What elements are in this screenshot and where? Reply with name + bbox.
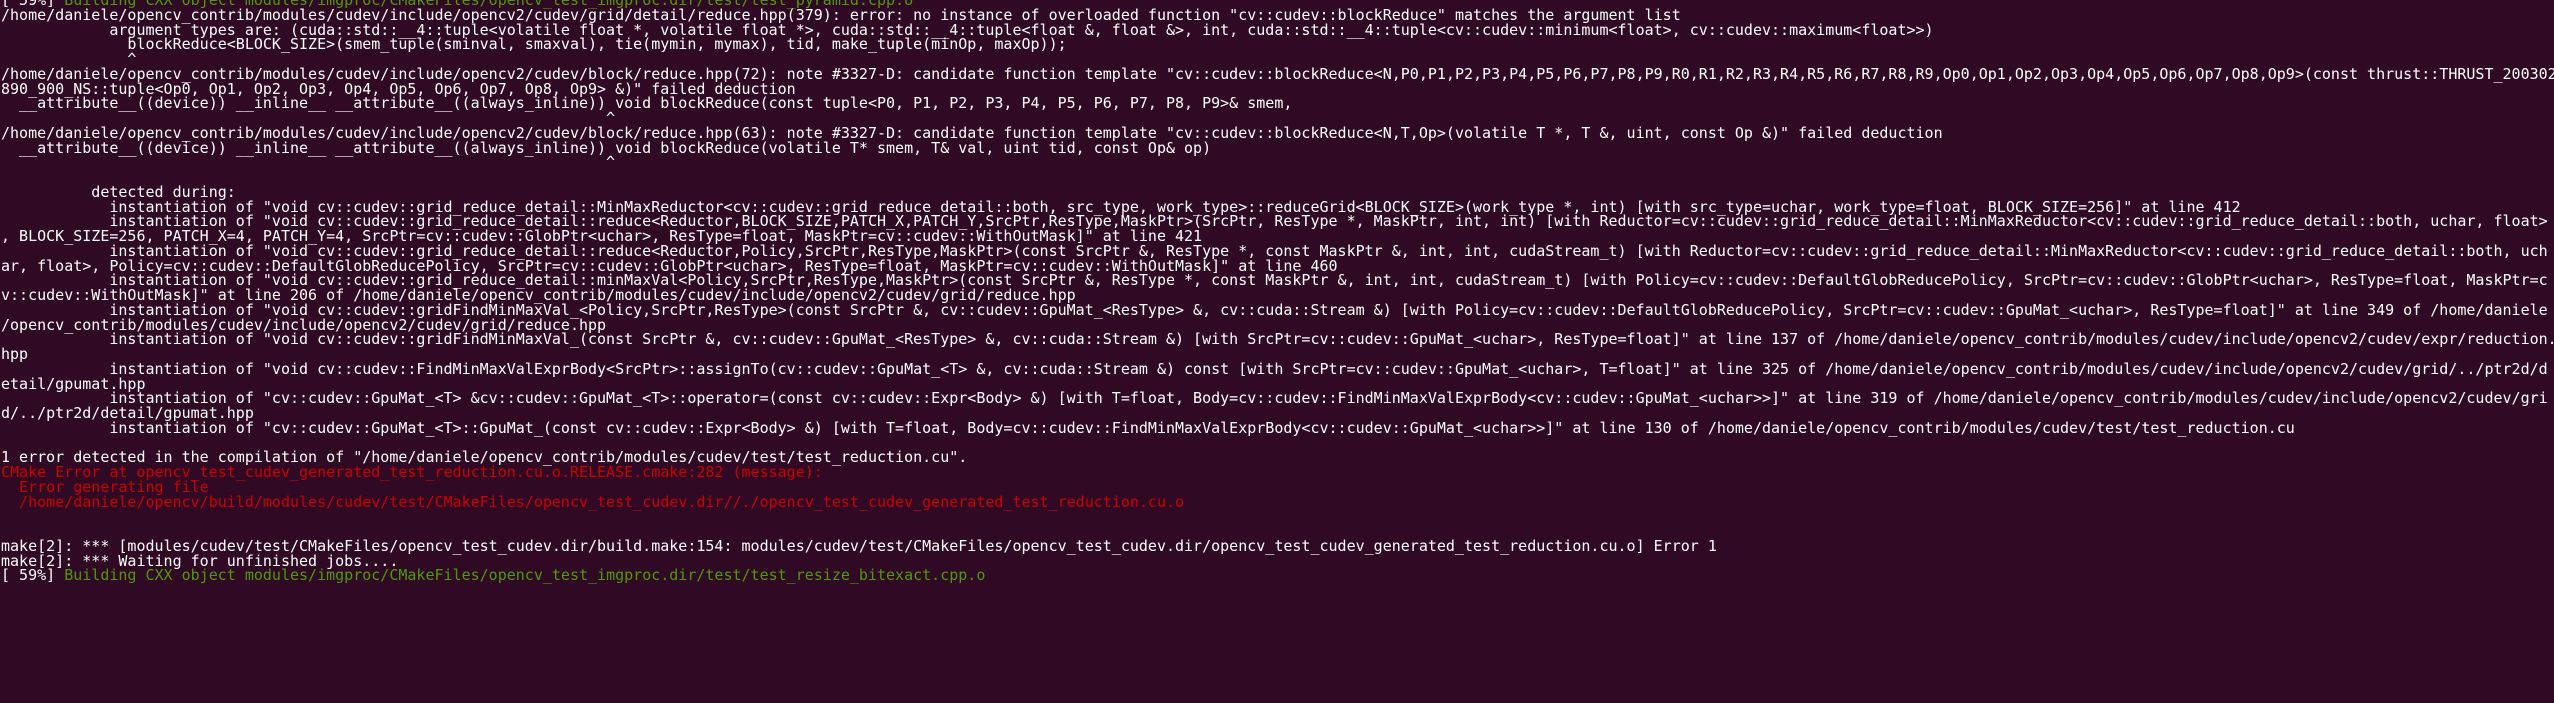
terminal-line: /home/daniele/opencv/build/modules/cudev…	[1, 492, 2554, 511]
terminal-line-text: instantiation of "void cv::cudev::FindMi…	[1, 359, 2548, 378]
terminal-line: blockReduce<BLOCK_SIZE>(smem_tuple(sminv…	[1, 37, 2554, 52]
terminal-line: CMake Error at opencv_test_cudev_generat…	[1, 465, 2554, 480]
terminal-line: instantiation of "cv::cudev::GpuMat_<T> …	[1, 391, 2554, 406]
terminal-line: instantiation of "cv::cudev::GpuMat_<T>:…	[1, 418, 2554, 437]
terminal-line-text: ^	[1, 153, 616, 172]
terminal-line-text: /home/daniele/opencv/build/modules/cudev…	[1, 492, 1185, 511]
terminal-line-text: Building CXX object modules/imgproc/CMak…	[64, 566, 986, 585]
terminal-line: instantiation of "void cv::cudev::FindMi…	[1, 359, 2554, 378]
terminal-line-text: instantiation of "void cv::cudev::gridFi…	[1, 330, 2554, 349]
terminal-line: ^	[1, 155, 2554, 170]
terminal-line: [ 59%] Building CXX object modules/imgpr…	[1, 568, 2554, 583]
progress-prefix: [ 59%]	[1, 566, 65, 585]
terminal-line-text: instantiation of "cv::cudev::GpuMat_<T> …	[1, 389, 2548, 408]
terminal-line: instantiation of "void cv::cudev::gridFi…	[1, 332, 2554, 347]
terminal-window[interactable]: [ 59%] Building CXX object modules/imgpr…	[0, 0, 2554, 703]
terminal-line-text: blockReduce<BLOCK_SIZE>(smem_tuple(sminv…	[1, 35, 1067, 54]
terminal-line-text: instantiation of "cv::cudev::GpuMat_<T>:…	[1, 418, 2295, 437]
